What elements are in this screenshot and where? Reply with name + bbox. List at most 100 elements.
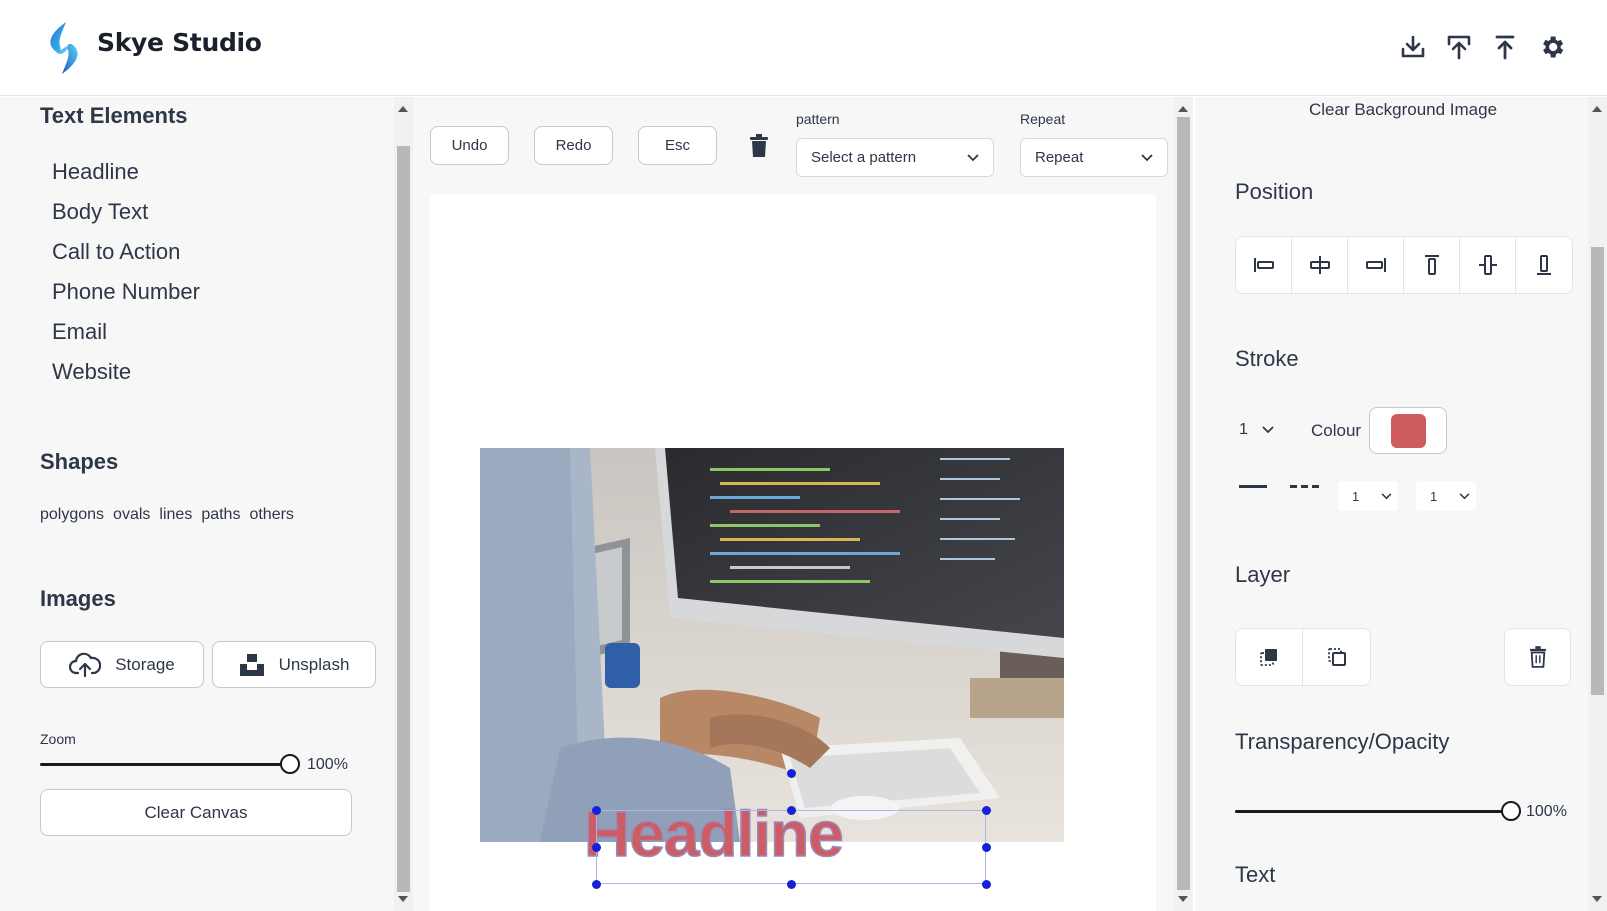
delete-layer-button[interactable]	[1504, 628, 1571, 686]
scroll-down-arrow[interactable]	[398, 896, 408, 902]
dash-gap-select[interactable]: 1	[1416, 481, 1476, 511]
text-section-title: Text	[1235, 862, 1276, 887]
align-top-button[interactable]	[1404, 237, 1460, 293]
rotate-handle[interactable]	[787, 769, 796, 778]
text-item-call-to-action[interactable]: Call to Action	[52, 239, 180, 265]
bring-forward-button[interactable]	[1236, 629, 1303, 685]
shape-lines[interactable]: lines	[159, 506, 192, 524]
trash-icon	[750, 133, 768, 157]
storage-label: Storage	[115, 654, 175, 674]
settings-button[interactable]	[1535, 30, 1569, 64]
pattern-select[interactable]: Select a pattern	[796, 138, 994, 177]
stroke-width-value: 1	[1239, 421, 1248, 438]
zoom-slider[interactable]	[40, 754, 300, 774]
clear-canvas-button[interactable]: Clear Canvas	[40, 789, 352, 836]
esc-button[interactable]: Esc	[638, 126, 717, 165]
resize-handle-top-left[interactable]	[592, 806, 601, 815]
stroke-width-select[interactable]: 1	[1239, 421, 1274, 439]
delete-button[interactable]	[741, 126, 777, 165]
editor-scrollbar[interactable]	[1174, 97, 1193, 911]
app-title: Skye Studio	[97, 28, 262, 57]
text-elements-title: Text Elements	[40, 103, 188, 128]
solid-line-icon	[1239, 485, 1267, 488]
text-item-email[interactable]: Email	[52, 319, 107, 345]
storage-button[interactable]: Storage	[40, 641, 204, 688]
resize-handle-right[interactable]	[982, 843, 991, 852]
scroll-down-arrow[interactable]	[1178, 896, 1188, 902]
repeat-select-value: Repeat	[1035, 149, 1084, 166]
resize-handle-top[interactable]	[787, 806, 796, 815]
resize-handle-bottom-left[interactable]	[592, 880, 601, 889]
download-button[interactable]	[1396, 30, 1430, 64]
align-center-horizontal-button[interactable]	[1292, 237, 1348, 293]
repeat-select[interactable]: Repeat	[1020, 138, 1168, 177]
scrollbar-thumb[interactable]	[1177, 117, 1190, 890]
zoom-slider-thumb[interactable]	[280, 754, 300, 774]
align-middle-vertical-button[interactable]	[1460, 237, 1516, 293]
scroll-down-arrow[interactable]	[1592, 896, 1602, 902]
zoom-slider-track	[40, 763, 300, 766]
solid-line-button[interactable]	[1239, 477, 1267, 497]
opacity-title: Transparency/Opacity	[1235, 729, 1450, 754]
background-photo[interactable]	[480, 448, 1064, 842]
gear-icon	[1543, 36, 1564, 58]
colour-label: Colour	[1311, 421, 1362, 440]
unsplash-label: Unsplash	[278, 654, 350, 674]
pattern-select-value: Select a pattern	[811, 149, 917, 166]
align-left-button[interactable]	[1236, 237, 1292, 293]
scrollbar-thumb[interactable]	[1591, 247, 1604, 695]
opacity-slider-track	[1235, 810, 1521, 813]
unsplash-button[interactable]: Unsplash	[212, 641, 376, 688]
resize-handle-left[interactable]	[592, 843, 601, 852]
chevron-down-icon	[967, 153, 979, 161]
position-title: Position	[1235, 179, 1314, 204]
design-canvas[interactable]: Headline	[430, 194, 1156, 911]
upload-icon	[1447, 35, 1471, 60]
scroll-up-arrow[interactable]	[398, 106, 408, 112]
stroke-colour-picker[interactable]	[1369, 407, 1447, 454]
opacity-slider[interactable]	[1235, 801, 1521, 821]
redo-button[interactable]: Redo	[534, 126, 613, 165]
cloud-upload-icon	[69, 652, 102, 677]
shape-paths[interactable]: paths	[201, 506, 240, 524]
shape-ovals[interactable]: ovals	[113, 506, 150, 524]
text-item-website[interactable]: Website	[52, 359, 131, 385]
align-left-icon	[1253, 258, 1274, 272]
shape-polygons[interactable]: polygons	[40, 506, 104, 524]
resize-handle-bottom[interactable]	[787, 880, 796, 889]
text-item-phone-number[interactable]: Phone Number	[52, 279, 200, 305]
send-backward-button[interactable]	[1303, 629, 1370, 685]
scroll-up-arrow[interactable]	[1592, 106, 1602, 112]
scrollbar-thumb[interactable]	[397, 146, 410, 892]
resize-handle-bottom-right[interactable]	[982, 880, 991, 889]
upload-button[interactable]	[1442, 30, 1476, 64]
dashed-line-button[interactable]	[1290, 477, 1320, 497]
text-item-headline[interactable]: Headline	[52, 159, 139, 185]
right-panel-scrollbar[interactable]	[1588, 97, 1607, 911]
align-right-button[interactable]	[1348, 237, 1404, 293]
resize-handle-top-right[interactable]	[982, 806, 991, 815]
clear-background-image-button[interactable]: Clear Background Image	[1309, 100, 1497, 120]
zoom-value: 100%	[307, 756, 348, 773]
opacity-slider-thumb[interactable]	[1501, 801, 1521, 821]
photo-person-at-computer	[480, 448, 1064, 842]
publish-button[interactable]	[1488, 30, 1522, 64]
images-title: Images	[40, 586, 116, 611]
stroke-colour-swatch	[1390, 413, 1426, 448]
shape-others[interactable]: others	[249, 506, 293, 524]
undo-button[interactable]: Undo	[430, 126, 509, 165]
stroke-title: Stroke	[1235, 346, 1299, 371]
text-item-body-text[interactable]: Body Text	[52, 199, 148, 225]
align-right-icon	[1365, 258, 1386, 272]
dash-length-value: 1	[1352, 488, 1360, 504]
skye-logo-icon	[50, 22, 78, 74]
left-panel-scrollbar[interactable]	[394, 97, 413, 911]
align-bottom-button[interactable]	[1516, 237, 1572, 293]
trash-icon	[1529, 646, 1546, 668]
chevron-down-icon	[1381, 492, 1392, 499]
scroll-up-arrow[interactable]	[1178, 106, 1188, 112]
selection-box[interactable]	[592, 769, 991, 889]
publish-icon	[1495, 35, 1515, 60]
dash-length-select[interactable]: 1	[1338, 481, 1398, 511]
position-button-group	[1235, 236, 1573, 294]
